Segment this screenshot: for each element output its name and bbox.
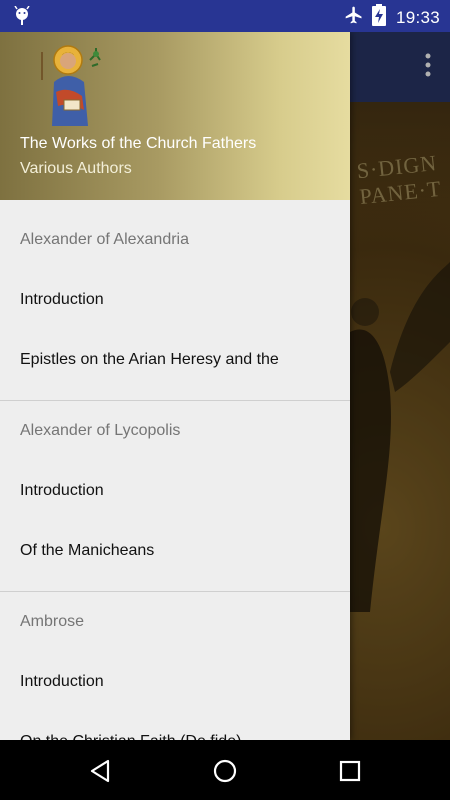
- android-debug-icon: [14, 5, 30, 31]
- drawer-header: The Works of the Church Fathers Various …: [0, 32, 350, 200]
- drawer-menu-list: Alexander of Alexandria Introduction Epi…: [0, 200, 350, 740]
- menu-item-introduction[interactable]: Introduction: [0, 270, 350, 330]
- navigation-drawer: The Works of the Church Fathers Various …: [0, 32, 350, 740]
- section-alexander-of-lycopolis: Alexander of Lycopolis Introduction Of t…: [0, 401, 350, 592]
- menu-item-epistles-arian-heresy[interactable]: Epistles on the Arian Heresy and the: [0, 330, 350, 390]
- section-alexander-of-alexandria: Alexander of Alexandria Introduction Epi…: [0, 200, 350, 401]
- battery-charging-icon: [371, 4, 386, 31]
- recents-icon[interactable]: [335, 756, 365, 786]
- status-time: 19:33: [395, 7, 440, 27]
- menu-item-of-the-manicheans[interactable]: Of the Manicheans: [0, 521, 350, 581]
- menu-item-introduction[interactable]: Introduction: [0, 461, 350, 521]
- system-navigation-bar: [0, 740, 450, 800]
- section-ambrose: Ambrose Introduction On the Christian Fa…: [0, 592, 350, 740]
- airplane-mode-icon: [344, 5, 364, 30]
- drawer-title: The Works of the Church Fathers: [20, 135, 257, 152]
- saint-icon: [41, 45, 101, 126]
- menu-item-introduction[interactable]: Introduction: [0, 652, 350, 712]
- home-icon[interactable]: [210, 756, 240, 786]
- overflow-menu-icon[interactable]: [422, 52, 434, 83]
- status-bar: 19:33: [0, 0, 450, 32]
- section-header: Ambrose: [20, 613, 85, 630]
- section-header: Alexander of Lycopolis: [20, 422, 181, 439]
- drawer-subtitle: Various Authors: [20, 160, 132, 177]
- back-icon[interactable]: [86, 756, 116, 786]
- drawer-scrim[interactable]: [350, 32, 450, 740]
- menu-item-on-the-christian-faith[interactable]: On the Christian Faith (De fide): [0, 712, 350, 740]
- section-header: Alexander of Alexandria: [20, 231, 189, 248]
